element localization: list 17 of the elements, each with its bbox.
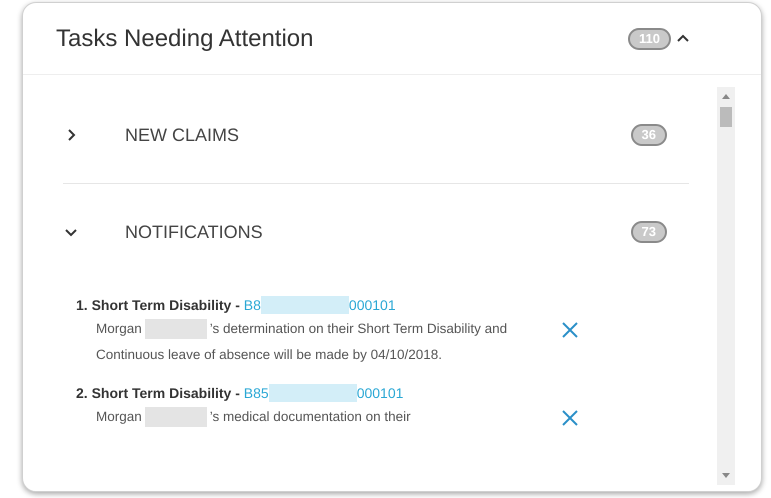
- notification-text: Morgan ’s determination on their Short Term Disability and Continuous leave of absence will be made by 04/10/2018.: [96, 318, 508, 364]
- claim-id-link[interactable]: 000101: [348, 294, 396, 316]
- notification-title: 2. Short Term Disability -: [76, 384, 241, 403]
- scrollbar[interactable]: [717, 87, 735, 485]
- close-icon: [560, 408, 580, 428]
- dismiss-button[interactable]: [560, 408, 580, 428]
- close-icon: [560, 320, 580, 340]
- notification-title: 1. Short Term Disability -: [76, 296, 241, 315]
- scroll-up-icon: [722, 93, 730, 99]
- notification-text: Morgan ’s medical documentation on their: [96, 404, 546, 430]
- claim-id-link[interactable]: B8: [244, 294, 261, 316]
- scroll-thumb[interactable]: [720, 107, 732, 127]
- claim-id-link[interactable]: 000101: [356, 382, 404, 404]
- card-title: Tasks Needing Attention: [56, 24, 314, 54]
- dismiss-button[interactable]: [560, 320, 580, 340]
- claim-id-link[interactable]: B85: [244, 382, 269, 404]
- scroll-down-icon: [722, 473, 730, 479]
